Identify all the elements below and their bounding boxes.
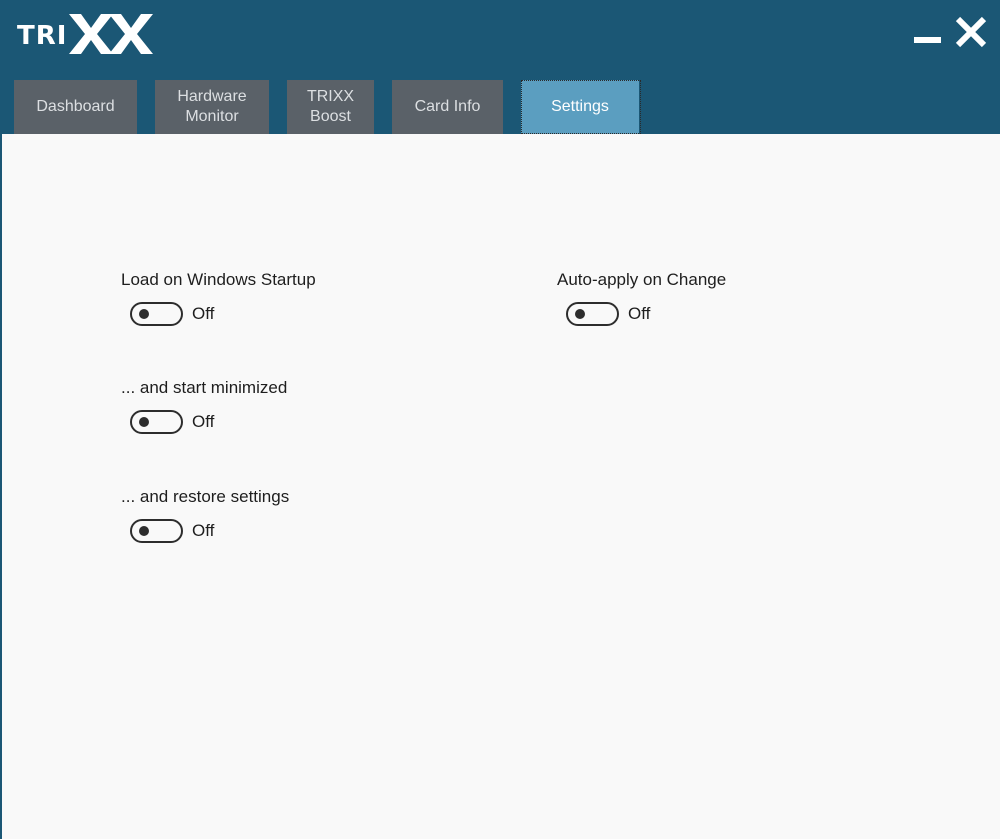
toggle-state-label: Off [628,304,651,323]
tab-settings[interactable]: Settings [521,80,641,134]
tab-label-line1: TRIXX [306,88,355,105]
minimize-icon [914,37,941,43]
setting-restore-settings: ... and restore settings Off [121,487,290,543]
tab-bar: Dashboard Hardware Monitor TRIXX Boost C… [1,80,1000,134]
minimize-button[interactable] [911,15,945,49]
setting-start-minimized: ... and start minimized Off [121,378,288,434]
title-bar[interactable]: TRI Dashboard Hardware Monitor TRIXX Boo… [1,1,1000,134]
setting-load-on-startup: Load on Windows Startup Off [121,270,316,326]
start-minimized-toggle[interactable]: Off [130,410,214,434]
setting-label: ... and restore settings [121,487,290,506]
toggle-state-label: Off [192,412,215,431]
tab-card-info[interactable]: Card Info [392,80,503,134]
restore-settings-toggle[interactable]: Off [130,519,214,543]
toggle-state-label: Off [192,304,215,323]
toggle-switch[interactable] [130,519,183,543]
toggle-state-label: Off [192,521,215,540]
toggle-knob [139,309,149,319]
app-window: TRI Dashboard Hardware Monitor TRIXX Boo… [0,0,1000,839]
tab-dashboard[interactable]: Dashboard [14,80,137,134]
tab-label: Settings [551,98,609,115]
tab-hardware-monitor[interactable]: Hardware Monitor [155,80,269,134]
tab-label-line2: Monitor [185,108,239,125]
toggle-switch[interactable] [130,302,183,326]
toggle-switch[interactable] [130,410,183,434]
tab-label: Card Info [414,98,481,115]
setting-auto-apply: Auto-apply on Change Off [557,270,727,326]
toggle-switch[interactable] [566,302,619,326]
tab-label-line1: Hardware [177,88,247,105]
load-on-startup-toggle[interactable]: Off [130,302,214,326]
close-button[interactable] [954,15,988,49]
settings-panel: Load on Windows Startup Off ... and star… [2,134,1000,839]
setting-label: Auto-apply on Change [557,270,727,289]
setting-label: ... and start minimized [121,378,288,397]
logo-xx-mark [69,14,155,58]
tab-trixx-boost[interactable]: TRIXX Boost [287,80,374,134]
toggle-knob [139,526,149,536]
setting-label: Load on Windows Startup [121,270,316,289]
close-icon [955,16,987,48]
tab-label: Dashboard [36,98,115,115]
toggle-knob [139,417,149,427]
toggle-knob [575,309,585,319]
trixx-logo: TRI [17,14,155,58]
tab-label-line2: Boost [310,108,351,125]
logo-text: TRI [17,21,68,51]
auto-apply-toggle[interactable]: Off [566,302,650,326]
